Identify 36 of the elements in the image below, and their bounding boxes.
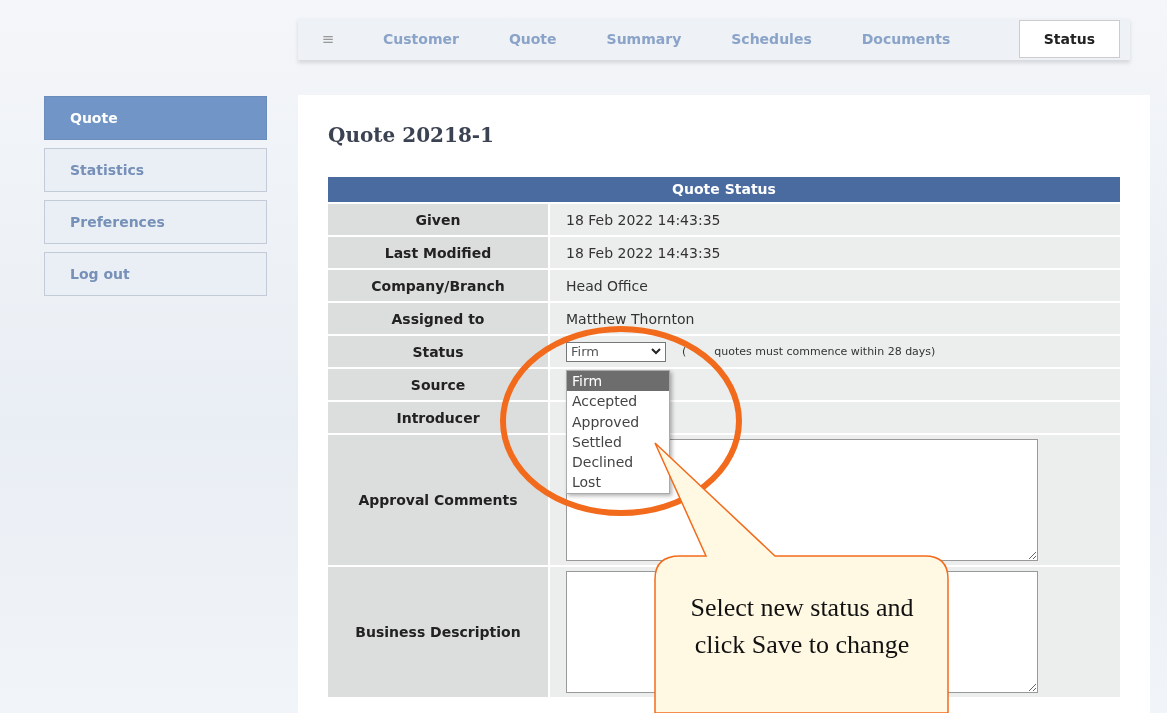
- dropdown-option[interactable]: Settled: [567, 431, 669, 453]
- tab[interactable]: Quote: [483, 18, 582, 60]
- field-label: Business Description: [328, 567, 548, 697]
- status-select[interactable]: Firm: [566, 341, 666, 362]
- field-label: Last Modified: [328, 237, 548, 268]
- page-title: Quote 20218-1: [328, 123, 496, 149]
- dropdown-option[interactable]: Accepted: [567, 391, 669, 412]
- field-value: Head Office: [550, 270, 1120, 301]
- field-label: Company/Branch: [328, 270, 548, 301]
- chevron-icon: [651, 348, 661, 355]
- tab[interactable]: Documents: [836, 18, 976, 60]
- dropdown-option[interactable]: Firm: [567, 371, 669, 392]
- status-note: quotes must commence within 28 days): [714, 345, 936, 358]
- dropdown-option[interactable]: Lost: [567, 472, 669, 493]
- sidebar-item[interactable]: Quote: [44, 96, 267, 140]
- menu-icon[interactable]: ≡: [298, 18, 358, 60]
- field-label: Given: [328, 204, 548, 235]
- sidebar-item[interactable]: Preferences: [44, 200, 267, 244]
- field-label: Approval Comments: [328, 435, 548, 565]
- table-header: Quote Status: [328, 177, 1120, 202]
- dropdown-option[interactable]: Approved: [567, 411, 669, 432]
- field-label: Source: [328, 369, 548, 400]
- field-label: Status: [328, 336, 548, 367]
- sidebar-item[interactable]: Statistics: [44, 148, 267, 192]
- tab[interactable]: Customer: [358, 18, 484, 60]
- field-label: Introducer: [328, 402, 548, 433]
- sidebar-item[interactable]: Log out: [44, 252, 267, 296]
- tab[interactable]: Status: [1018, 20, 1120, 58]
- tab[interactable]: Schedules: [706, 18, 837, 60]
- field-value: Matthew Thornton: [550, 303, 1120, 334]
- field-value: 18 Feb 2022 14:43:35: [550, 204, 1120, 235]
- tab[interactable]: Summary: [581, 18, 707, 60]
- status-note-paren: (: [682, 345, 687, 358]
- callout-tooltip-text: Select new status and click Save to change: [689, 592, 915, 661]
- field-label: Assigned to: [328, 303, 548, 334]
- field-value: 18 Feb 2022 14:43:35: [550, 237, 1120, 268]
